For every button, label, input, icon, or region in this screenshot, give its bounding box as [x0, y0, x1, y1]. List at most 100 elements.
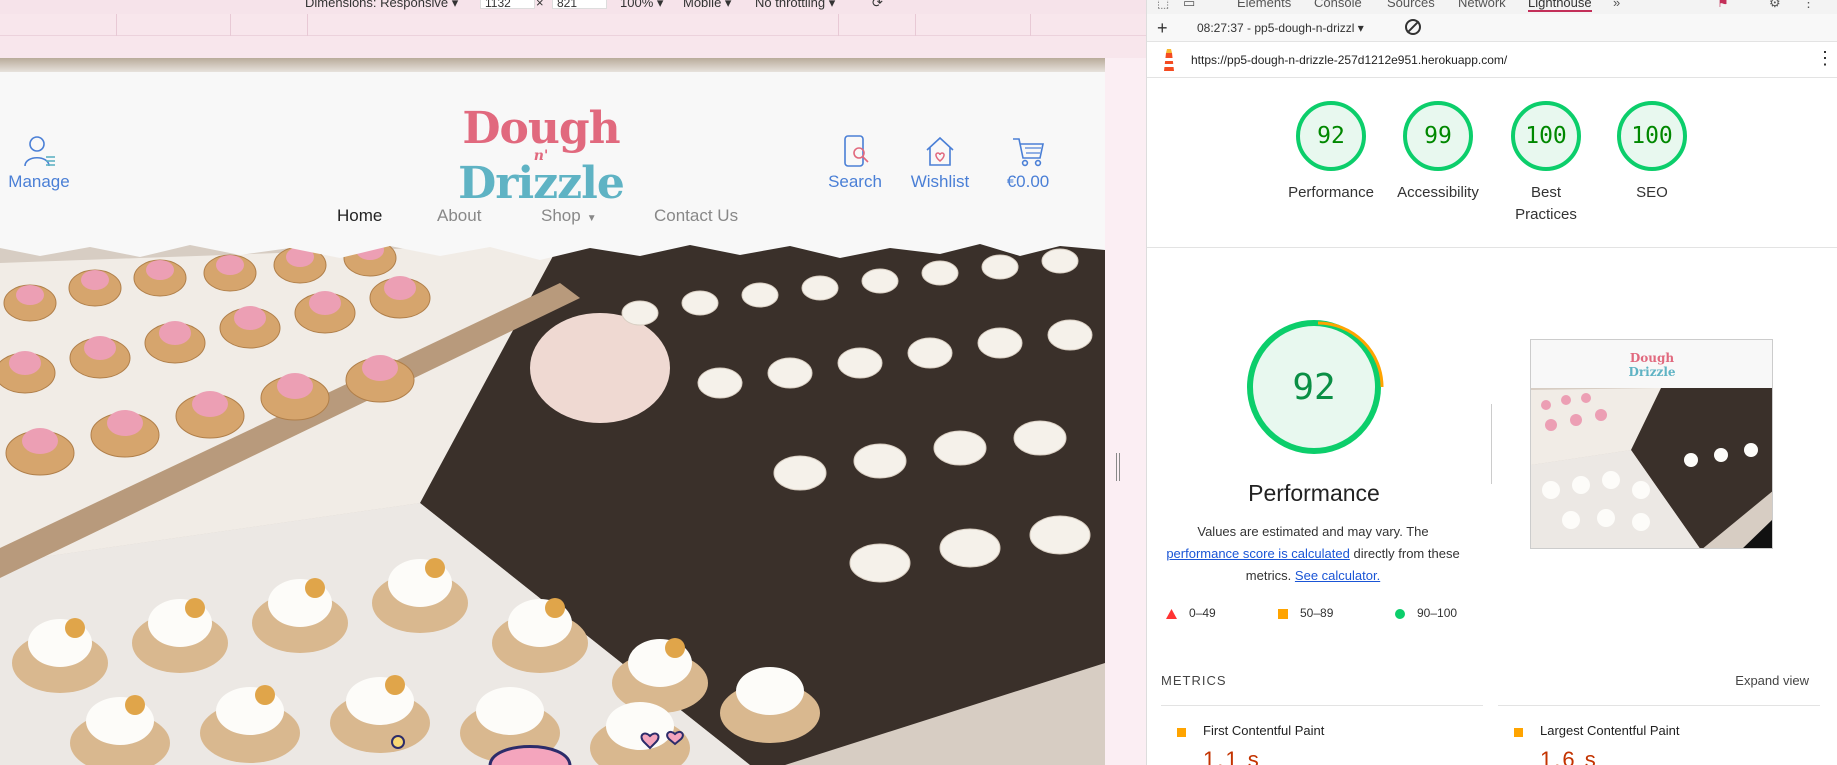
- ruler-tick: [230, 14, 231, 36]
- manage-label: Manage: [8, 172, 70, 191]
- audited-url[interactable]: https://pp5-dough-n-drizzle-257d1212e951…: [1191, 53, 1507, 67]
- shopping-cart-icon: [1013, 138, 1044, 167]
- device-mode-icon[interactable]: ▭: [1183, 0, 1195, 11]
- legend-average: 50–89: [1278, 606, 1333, 620]
- score-ring: 100: [1511, 101, 1581, 171]
- tab-network[interactable]: Network: [1458, 0, 1506, 10]
- logo-line-3: Drizzle: [458, 158, 625, 210]
- viewport-resize-handle[interactable]: [1105, 58, 1146, 765]
- cart-total: €0.00: [1006, 172, 1050, 191]
- throttling-label: No throttling: [755, 0, 826, 10]
- expand-view-toggle[interactable]: Expand view: [1735, 673, 1809, 688]
- legend-fail: 0–49: [1166, 606, 1216, 620]
- legend-label: 90–100: [1417, 606, 1458, 620]
- emulated-viewport: Manage Dough n' Drizzle Search Wishlist: [0, 58, 1105, 765]
- clear-reports-icon[interactable]: [1405, 19, 1421, 35]
- search-link[interactable]: Search: [825, 134, 885, 192]
- device-dropdown[interactable]: Mobile ▾: [683, 0, 731, 11]
- average-square-icon: [1514, 728, 1523, 737]
- device-toolbar: Dimensions: Responsive ▾ 1132 × 821 100%…: [0, 0, 1146, 14]
- nav-shop[interactable]: Shop ▼: [541, 206, 597, 226]
- dimensions-label: Dimensions: Responsive: [305, 0, 449, 10]
- performance-title: Performance: [1248, 480, 1380, 506]
- dimensions-dropdown[interactable]: Dimensions: Responsive ▾: [305, 0, 458, 11]
- ruler-tick: [307, 14, 308, 36]
- gauge-seo[interactable]: 100 SEO: [1602, 101, 1702, 204]
- rotate-icon[interactable]: ⟳: [872, 0, 883, 11]
- performance-description: Values are estimated and may vary. The p…: [1161, 521, 1465, 587]
- media-query-ruler: [0, 14, 1146, 36]
- ruler-tick: [838, 14, 839, 36]
- throttling-dropdown[interactable]: No throttling ▾: [755, 0, 835, 11]
- report-selector[interactable]: 08:27:37 - pp5-dough-n-drizzl ▾: [1197, 21, 1364, 35]
- tab-elements[interactable]: Elements: [1237, 0, 1291, 10]
- height-input[interactable]: 821: [552, 0, 607, 10]
- metric-value: 1.6 s: [1540, 747, 1598, 765]
- average-square-icon: [1278, 608, 1288, 619]
- gauge-best-practices[interactable]: 100 Best Practices: [1496, 101, 1596, 226]
- score-ring: 92: [1296, 101, 1366, 171]
- nav-about[interactable]: About: [437, 206, 481, 226]
- width-input[interactable]: 1132: [480, 0, 535, 10]
- metric-value: 1.1 s: [1203, 747, 1261, 765]
- fail-triangle-icon: [1166, 608, 1177, 619]
- score-label: Accessibility: [1397, 184, 1479, 201]
- metric-name: First Contentful Paint: [1203, 723, 1325, 738]
- user-manage-icon: [24, 136, 55, 167]
- zoom-dropdown[interactable]: 100% ▾: [620, 0, 663, 11]
- section-divider: [1147, 247, 1837, 248]
- ruler-gap: [0, 36, 1146, 58]
- final-screenshot-thumbnail[interactable]: Dough Drizzle: [1530, 339, 1773, 549]
- cake-doodle-icons: [391, 730, 684, 765]
- report-menu-icon[interactable]: ⋮: [1816, 48, 1834, 69]
- site-logo[interactable]: Dough n' Drizzle: [448, 103, 634, 210]
- ruler-tick: [116, 14, 117, 36]
- tab-lighthouse[interactable]: Lighthouse: [1528, 0, 1592, 12]
- house-heart-icon: [926, 136, 954, 166]
- metric-first-contentful-paint: First Contentful Paint 1.1 s: [1161, 705, 1483, 765]
- caret-down-icon: ▼: [586, 213, 597, 224]
- search-label: Search: [828, 172, 882, 191]
- times-sign: ×: [536, 0, 544, 10]
- performance-score: 92: [1292, 366, 1336, 408]
- ruler-tick: [915, 14, 916, 36]
- report-selector-label: 08:27:37 - pp5-dough-n-drizzl: [1197, 21, 1355, 35]
- new-report-plus-icon[interactable]: +: [1157, 18, 1168, 39]
- score-calculated-link[interactable]: performance score is calculated: [1166, 546, 1350, 561]
- nav-shop-label: Shop: [541, 206, 581, 225]
- header-top-texture: [0, 58, 1105, 72]
- audited-url-bar: https://pp5-dough-n-drizzle-257d1212e951…: [1147, 43, 1837, 78]
- cart-link[interactable]: €0.00: [1000, 134, 1056, 192]
- gauge-performance[interactable]: 92 Performance: [1281, 101, 1381, 204]
- lighthouse-toolbar: + 08:27:37 - pp5-dough-n-drizzl ▾: [1147, 14, 1837, 42]
- nav-contact[interactable]: Contact Us: [654, 206, 738, 226]
- see-calculator-link[interactable]: See calculator.: [1295, 568, 1380, 583]
- lighthouse-logo-icon: [1164, 49, 1174, 71]
- score-label: Performance: [1288, 184, 1374, 201]
- settings-gear-icon[interactable]: ⚙: [1769, 0, 1781, 11]
- gauge-accessibility[interactable]: 99 Accessibility: [1388, 101, 1488, 204]
- kebab-menu-icon[interactable]: ⋮: [1802, 0, 1815, 11]
- hero-image: [0, 243, 1105, 765]
- pass-circle-icon: [1395, 608, 1405, 619]
- legend-label: 50–89: [1300, 606, 1334, 620]
- devtools-panel: ⬚ ▭ Elements Console Sources Network Lig…: [1146, 0, 1837, 765]
- wishlist-link[interactable]: Wishlist: [909, 134, 971, 192]
- score-ring: 100: [1617, 101, 1687, 171]
- metric-name: Largest Contentful Paint: [1540, 723, 1680, 738]
- metric-largest-contentful-paint: Largest Contentful Paint 1.6 s: [1498, 705, 1820, 765]
- drag-grip-icon: [1116, 453, 1120, 481]
- issues-icon[interactable]: ⚑: [1717, 0, 1729, 11]
- phone-search-icon: [844, 135, 869, 167]
- manage-link[interactable]: Manage: [8, 134, 70, 192]
- tab-sources[interactable]: Sources: [1387, 0, 1435, 10]
- inspect-icon[interactable]: ⬚: [1157, 0, 1169, 11]
- more-tabs-button[interactable]: »: [1613, 0, 1620, 10]
- nav-home[interactable]: Home: [337, 206, 382, 226]
- tab-console[interactable]: Console: [1314, 0, 1362, 10]
- logo-line-1: Dough: [462, 103, 620, 154]
- svg-text:Dough: Dough: [1630, 351, 1675, 365]
- score-ring: 99: [1403, 101, 1473, 171]
- torn-paper-edge: [0, 236, 1105, 260]
- svg-text:Drizzle: Drizzle: [1628, 365, 1675, 379]
